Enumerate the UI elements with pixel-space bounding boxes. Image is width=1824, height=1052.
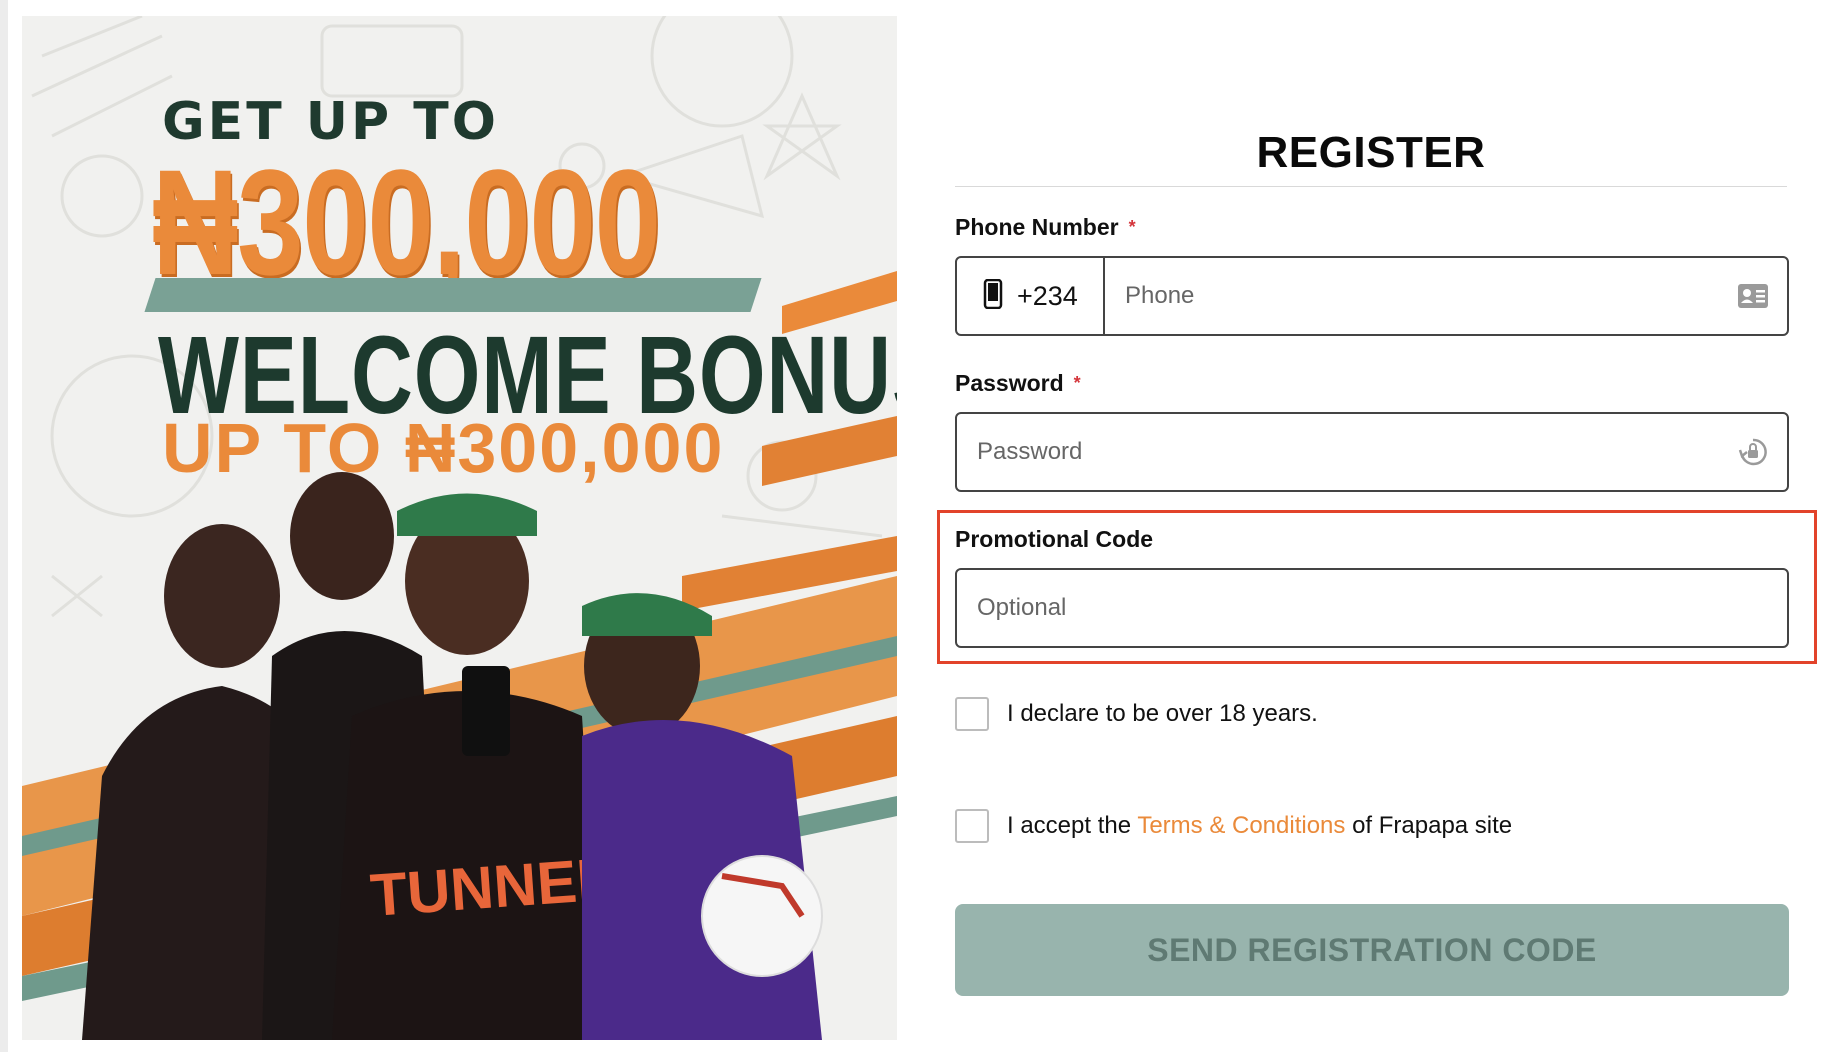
terms-link[interactable]: Terms & Conditions <box>1137 812 1345 839</box>
contact-card-icon[interactable] <box>1737 280 1769 312</box>
password-label: Password * <box>955 370 1081 397</box>
password-label-text: Password <box>955 370 1064 396</box>
country-code-selector[interactable]: +234 <box>957 258 1105 334</box>
terms-checkbox[interactable] <box>955 809 989 843</box>
register-form: REGISTER Phone Number * +234 Password * Pr… <box>937 0 1817 1052</box>
required-mark: * <box>1128 217 1136 237</box>
banner-subheadline: UP TO ₦300,000 <box>162 409 725 487</box>
promo-code-field <box>955 568 1789 648</box>
welcome-bonus-banner: TUNNEL GET UP TO ₦300,000 WELCOME BONUS … <box>22 16 897 1040</box>
mobile-phone-icon <box>983 278 1003 314</box>
group-photo: TUNNEL <box>82 472 823 1040</box>
age-declaration-text: I declare to be over 18 years. <box>1007 700 1318 727</box>
title-divider <box>955 186 1787 187</box>
terms-text-before: I accept the <box>1007 812 1132 839</box>
phone-field: +234 <box>955 256 1789 336</box>
age-declaration-row: I declare to be over 18 years. <box>955 697 1318 731</box>
age-declaration-checkbox[interactable] <box>955 697 989 731</box>
terms-text: I accept the Terms & Conditions of Frapa… <box>1007 812 1512 840</box>
page-edge-strip <box>0 0 8 1052</box>
country-code: +234 <box>1017 280 1078 311</box>
terms-row: I accept the Terms & Conditions of Frapa… <box>955 809 1512 843</box>
banner-accent-bar <box>144 278 762 312</box>
phone-number-label-text: Phone Number <box>955 214 1119 240</box>
lock-refresh-icon[interactable] <box>1737 436 1769 468</box>
send-registration-code-button[interactable]: SEND REGISTRATION CODE <box>955 904 1789 996</box>
password-field <box>955 412 1789 492</box>
page-title: REGISTER <box>1256 128 1486 177</box>
phone-input[interactable] <box>1105 258 1737 334</box>
promo-code-label: Promotional Code <box>955 526 1154 552</box>
required-mark: * <box>1073 373 1081 393</box>
promo-code-input[interactable] <box>957 570 1787 646</box>
terms-text-after: of Frapapa site <box>1352 812 1513 839</box>
password-input[interactable] <box>957 414 1737 490</box>
phone-number-label: Phone Number * <box>955 214 1136 241</box>
